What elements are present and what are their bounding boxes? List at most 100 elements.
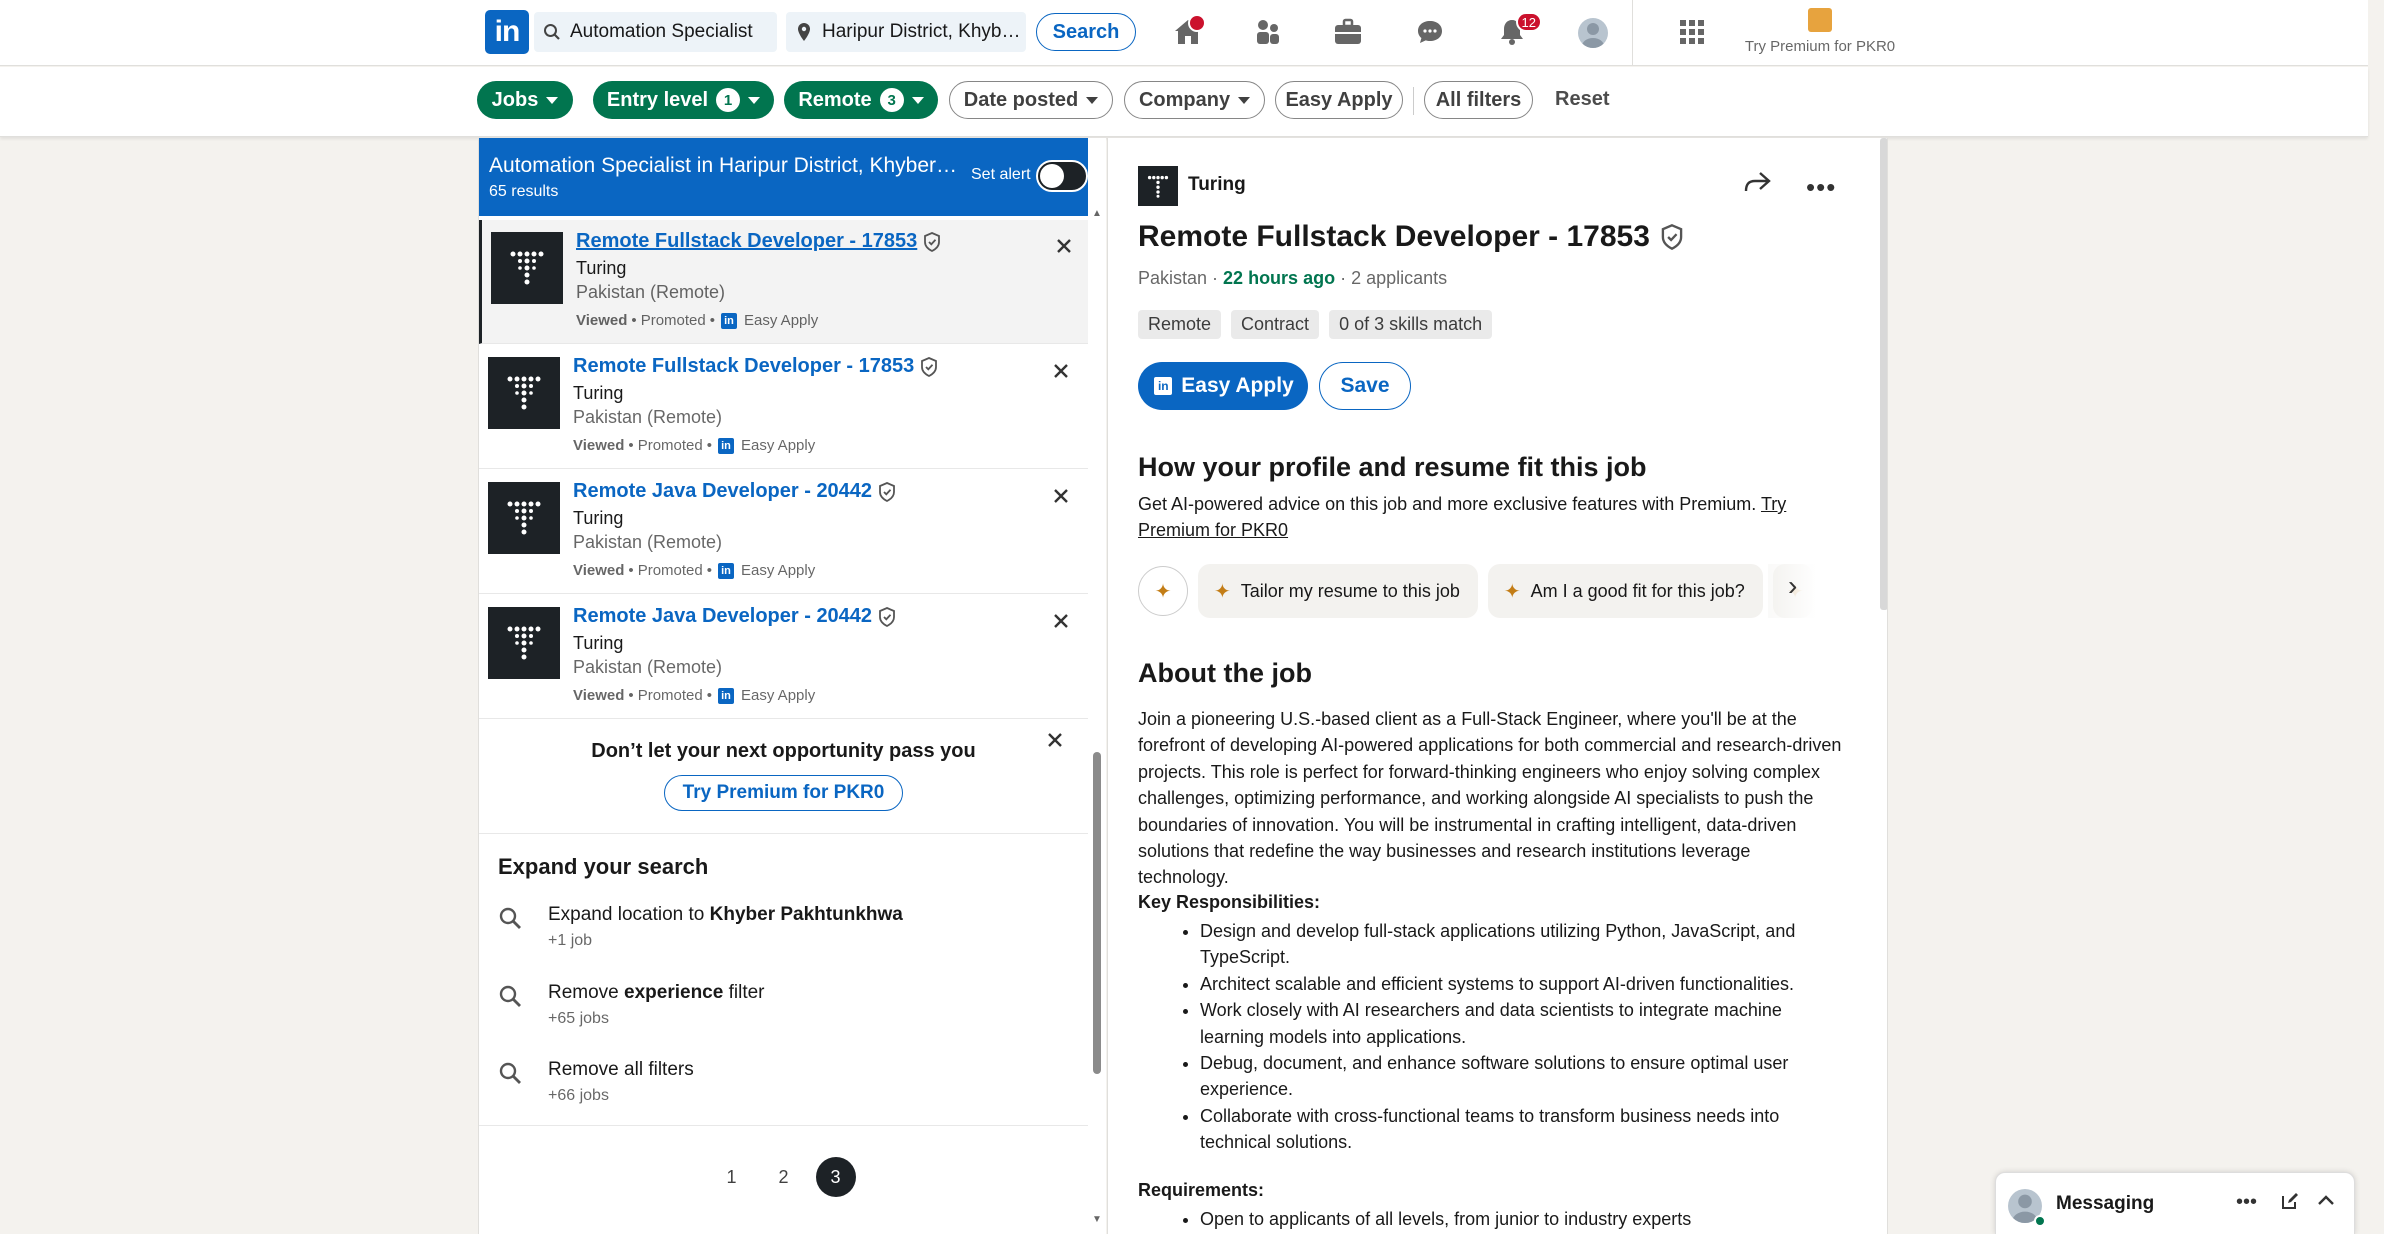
dismiss-job-button[interactable] (1047, 607, 1075, 635)
location-search-value: Haripur District, Khyber... (822, 21, 1026, 42)
easy-apply-label: Easy Apply (1181, 374, 1294, 397)
list-item: Debug, document, and enhance software so… (1200, 1050, 1845, 1103)
responsibilities-list: Design and develop full-stack applicatio… (1200, 918, 1845, 1156)
job-title-link[interactable]: Remote Java Developer - 20442 (573, 480, 896, 503)
search-icon (534, 23, 570, 41)
job-company: Turing (576, 258, 627, 278)
job-subline: Pakistan · 22 hours ago · 2 applicants (1138, 268, 1448, 288)
job-card[interactable]: Remote Fullstack Developer - 17853 Turin… (479, 345, 1088, 469)
chevron-right-icon[interactable]: › (1788, 570, 1797, 602)
easy-apply-filter-pill[interactable]: Easy Apply (1275, 81, 1403, 119)
entry-level-label: Entry level (606, 88, 709, 111)
chevron-up-icon[interactable] (2316, 1191, 2336, 1217)
keyword-search-value: Automation Specialist (570, 21, 753, 42)
expand-heading: Expand your search (498, 854, 709, 879)
easy-apply-label: Easy Apply (744, 312, 819, 329)
easy-apply-label: Easy Apply (741, 562, 816, 579)
chevron-down-icon (1086, 96, 1099, 104)
job-company: Turing (573, 633, 624, 653)
job-title-link[interactable]: Remote Java Developer - 20442 (573, 605, 896, 628)
company-label: Company (1138, 88, 1231, 111)
job-location: Pakistan (Remote) (573, 407, 723, 427)
easy-apply-button[interactable]: in Easy Apply (1138, 362, 1308, 410)
about-job-text: Join a pioneering U.S.-based client as a… (1138, 709, 1842, 888)
skills-match-chip[interactable]: 0 of 3 skills match (1329, 310, 1493, 339)
messaging-icon[interactable] (1410, 14, 1450, 50)
page-3-button[interactable]: 3 (815, 1157, 856, 1197)
job-location: Pakistan (Remote) (573, 657, 723, 677)
sparkle-icon: ✦ (1154, 580, 1172, 603)
promoted-label: Promoted (637, 562, 703, 579)
detail-company-name[interactable]: Turing (1188, 174, 1246, 196)
workplace-chip: Remote (1138, 310, 1222, 339)
jobs-filter-pill[interactable]: Jobs (477, 81, 573, 119)
jobs-briefcase-icon[interactable] (1328, 14, 1368, 50)
about-job-heading: About the job (1138, 658, 1312, 688)
close-icon (1054, 364, 1068, 378)
save-job-button[interactable]: Save (1319, 362, 1411, 410)
ai-sparkle-button[interactable]: ✦ (1138, 566, 1188, 616)
dismiss-job-button[interactable] (1047, 357, 1075, 385)
entry-level-filter-pill[interactable]: Entry level 1 (593, 81, 774, 119)
try-premium-button[interactable]: Try Premium for PKR0 (663, 775, 904, 811)
premium-nav-link[interactable]: Try Premium for PKR0 (1740, 8, 1900, 55)
messaging-label: Messaging (2056, 1193, 2155, 1214)
search-icon (498, 984, 522, 1013)
job-title-link[interactable]: Remote Fullstack Developer - 17853 (573, 355, 938, 378)
keyword-search-input[interactable]: Automation Specialist (534, 12, 777, 52)
all-filters-button[interactable]: All filters (1424, 81, 1533, 119)
promoted-label: Promoted (637, 687, 703, 704)
tailor-resume-chip[interactable]: ✦ Tailor my resume to this job (1198, 564, 1478, 618)
scroll-down-arrow-icon[interactable]: ▼ (1092, 1214, 1102, 1225)
date-posted-filter-pill[interactable]: Date posted (949, 81, 1113, 119)
date-posted-label: Date posted (963, 88, 1079, 111)
more-options-icon[interactable]: ••• (1806, 172, 1836, 203)
job-location: Pakistan (Remote) (573, 532, 723, 552)
search-button[interactable]: Search (1036, 13, 1136, 51)
toggle-knob (1040, 164, 1064, 188)
messaging-overlay[interactable]: Messaging ••• (1995, 1172, 2355, 1234)
turing-logo[interactable] (1138, 166, 1178, 206)
chevron-down-icon (748, 96, 761, 104)
good-fit-chip[interactable]: ✦ Am I a good fit for this job? (1487, 564, 1763, 618)
job-title-text: Remote Fullstack Developer - 17853 (1138, 220, 1650, 253)
linkedin-logo[interactable]: in (485, 10, 529, 54)
job-title: Remote Java Developer - 20442 (573, 605, 873, 627)
close-icon (1054, 614, 1068, 628)
turing-logo (488, 607, 560, 679)
job-card[interactable]: Remote Java Developer - 20442 Turing Pak… (479, 595, 1088, 719)
compose-icon[interactable] (2280, 1191, 2300, 1217)
reset-filters-button[interactable]: Reset (1555, 88, 1609, 111)
home-icon[interactable] (1168, 14, 1208, 50)
page-2-button[interactable]: 2 (764, 1157, 804, 1197)
remote-filter-pill[interactable]: Remote 3 (784, 81, 938, 119)
location-search-input[interactable]: Haripur District, Khyber... (786, 12, 1026, 52)
remote-count: 3 (879, 88, 904, 112)
dismiss-job-button[interactable] (1050, 232, 1078, 260)
job-title-link[interactable]: Remote Fullstack Developer - 17853 (576, 230, 941, 253)
scrollbar-thumb[interactable] (1093, 752, 1101, 1074)
apps-grid-icon[interactable] (1672, 14, 1712, 50)
job-title-heading: Remote Fullstack Developer - 17853 (1138, 220, 1684, 254)
job-location: Pakistan (Remote) (576, 282, 726, 302)
job-alert-toggle[interactable] (1036, 160, 1088, 192)
dismiss-job-button[interactable] (1047, 482, 1075, 510)
dismiss-promo-button[interactable] (1047, 732, 1063, 753)
profile-fit-heading: How your profile and resume fit this job (1138, 452, 1647, 482)
my-network-icon[interactable] (1248, 14, 1288, 50)
company-filter-pill[interactable]: Company (1124, 81, 1265, 119)
more-options-icon[interactable]: ••• (2236, 1191, 2257, 1214)
profile-avatar[interactable] (1578, 18, 1608, 48)
notifications-bell-icon[interactable]: 12 (1492, 12, 1542, 50)
share-icon[interactable] (1742, 170, 1772, 199)
responsibilities-heading: Key Responsibilities: (1138, 892, 1321, 912)
list-scrollbar[interactable]: ▲ ▼ (1091, 208, 1103, 1228)
job-card[interactable]: Remote Java Developer - 20442 Turing Pak… (479, 470, 1088, 594)
list-item: Work closely with AI researchers and dat… (1200, 997, 1845, 1050)
job-card[interactable]: Remote Fullstack Developer - 17853 Turin… (479, 220, 1088, 344)
detail-scrollbar[interactable] (1880, 138, 1887, 610)
premium-promo-card: Don’t let your next opportunity pass you… (479, 718, 1088, 834)
close-icon (1048, 733, 1062, 747)
scroll-up-arrow-icon[interactable]: ▲ (1092, 208, 1102, 219)
page-1-button[interactable]: 1 (712, 1157, 752, 1197)
